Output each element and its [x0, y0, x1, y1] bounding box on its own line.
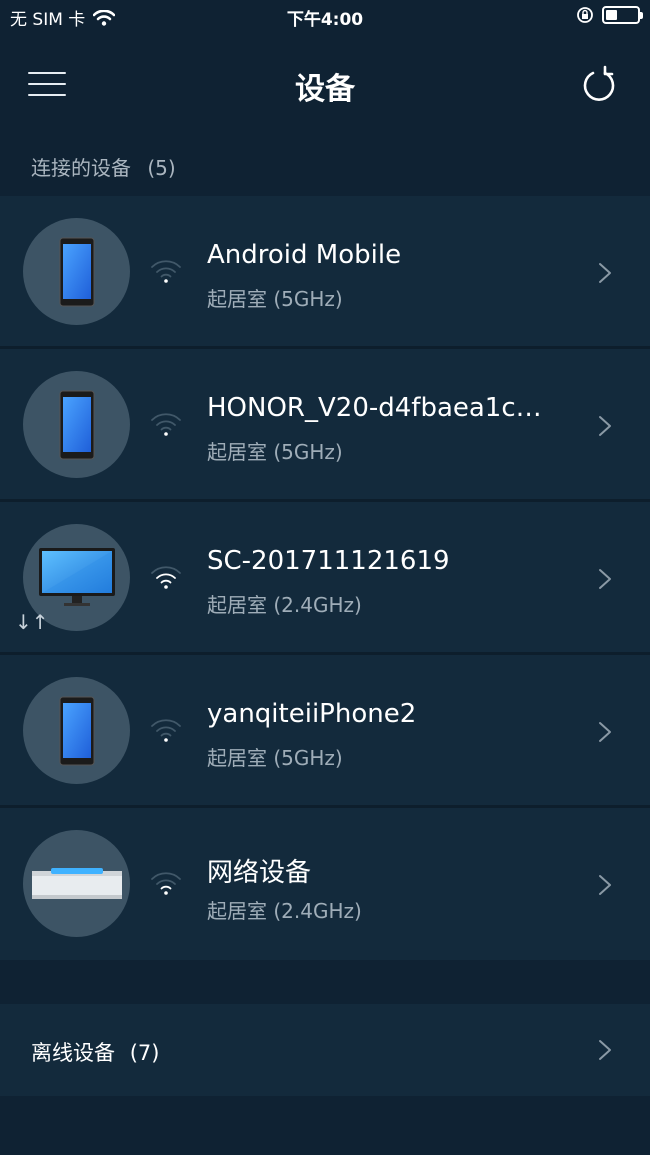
- wifi-signal-icon: [151, 719, 181, 742]
- refresh-icon[interactable]: [580, 65, 616, 103]
- device-row[interactable]: Android Mobile 起居室 (5GHz): [0, 196, 650, 349]
- offline-devices-header: 离线设备 (7): [31, 1037, 159, 1067]
- nav-bar: 设备: [0, 34, 650, 134]
- device-row[interactable]: SC-201711121619 起居室 (2.4GHz) ↓↑: [0, 502, 650, 655]
- connected-devices-header: 连接的设备 (5): [31, 152, 176, 181]
- chevron-right-icon: [599, 1040, 611, 1060]
- wifi-signal-icon: [151, 566, 181, 589]
- rotation-lock-icon: [577, 7, 593, 23]
- chevron-right-icon: [599, 416, 611, 436]
- network-box-icon: [31, 867, 122, 899]
- status-right: [576, 6, 643, 24]
- wifi-signal-icon: [151, 413, 181, 436]
- device-name: 网络设备: [207, 858, 312, 888]
- device-name: SC-201711121619: [207, 546, 450, 576]
- offline-devices-count: (7): [129, 1041, 160, 1065]
- device-location: 起居室 (5GHz): [207, 287, 343, 311]
- device-location: 起居室 (2.4GHz): [207, 593, 362, 617]
- monitor-icon: [38, 547, 115, 606]
- device-name: yanqiteiiPhone2: [207, 699, 417, 729]
- device-location: 起居室 (5GHz): [207, 746, 343, 770]
- chevron-right-icon: [599, 875, 611, 895]
- device-avatar: [23, 218, 130, 325]
- device-row[interactable]: HONOR_V20-d4fbaea1c… 起居室 (5GHz): [0, 349, 650, 502]
- status-time: 下午4:00: [286, 10, 364, 30]
- data-transfer-icon: ↓↑: [15, 610, 49, 634]
- device-avatar: [23, 371, 130, 478]
- devices-screen: 无 SIM 卡 下午4:00 设备 连接的设备 (5) Android Mobi…: [0, 0, 650, 1155]
- device-name: Android Mobile: [207, 240, 402, 270]
- chevron-right-icon: [599, 569, 611, 589]
- device-avatar: [23, 677, 130, 784]
- offline-devices-label: 离线设备: [31, 1041, 115, 1065]
- battery-icon: [602, 6, 643, 24]
- connected-devices-label: 连接的设备: [31, 156, 131, 180]
- page-title: 设备: [295, 72, 355, 107]
- wifi-signal-icon: [151, 260, 181, 283]
- device-location: 起居室 (2.4GHz): [207, 899, 362, 923]
- device-name: HONOR_V20-d4fbaea1c…: [207, 393, 542, 423]
- device-location: 起居室 (5GHz): [207, 440, 343, 464]
- offline-devices-row[interactable]: 离线设备 (7): [0, 1004, 650, 1096]
- device-list: Android Mobile 起居室 (5GHz) HONOR_V20-d4fb…: [0, 196, 650, 960]
- wifi-signal-icon: [151, 872, 181, 895]
- status-bar: 无 SIM 卡 下午4:00: [0, 0, 650, 34]
- battery-fill: [606, 10, 617, 20]
- connected-devices-count: (5): [147, 156, 176, 180]
- phone-icon: [59, 696, 94, 765]
- phone-icon: [59, 390, 94, 459]
- device-row[interactable]: yanqiteiiPhone2 起居室 (5GHz): [0, 655, 650, 808]
- chevron-right-icon: [599, 263, 611, 283]
- phone-icon: [59, 237, 94, 306]
- device-avatar: [23, 830, 130, 937]
- chevron-right-icon: [599, 722, 611, 742]
- device-row[interactable]: 网络设备 起居室 (2.4GHz): [0, 808, 650, 960]
